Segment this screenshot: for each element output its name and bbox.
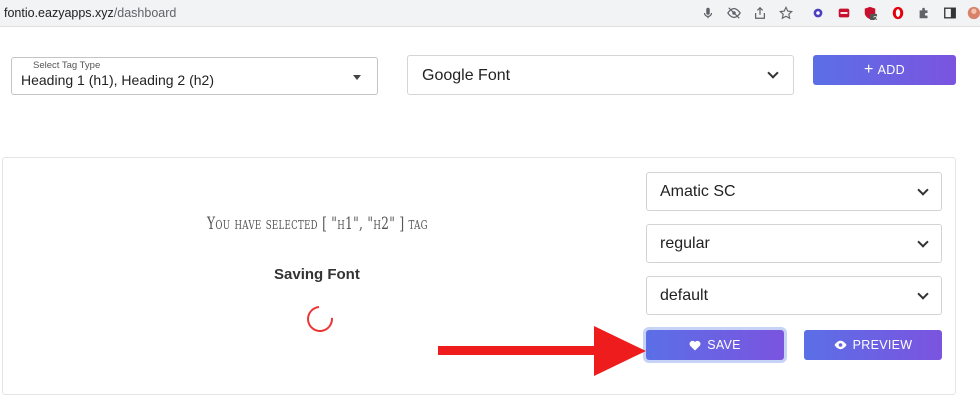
url-path: /dashboard	[113, 6, 177, 20]
extension-red-icon[interactable]	[836, 5, 852, 21]
font-style-select[interactable]: default	[646, 276, 942, 315]
heart-icon	[689, 340, 701, 351]
star-icon[interactable]	[778, 5, 794, 21]
font-source-select[interactable]: Google Font	[407, 55, 794, 95]
preview-button[interactable]: PREVIEW	[804, 330, 942, 360]
caret-down-icon	[353, 75, 361, 80]
add-button[interactable]: + ADD	[813, 55, 956, 85]
chevron-down-icon	[917, 236, 929, 248]
add-button-label: ADD	[877, 63, 905, 77]
red-arrow-annotation	[438, 326, 646, 376]
eye-icon	[834, 340, 847, 350]
chevron-down-icon	[917, 288, 929, 300]
url-text[interactable]: fontio.eazyapps.xyz/dashboard	[4, 6, 176, 20]
extension-badge: 2	[873, 15, 878, 24]
url-domain: fontio.eazyapps.xyz	[4, 6, 114, 20]
chevron-down-icon	[767, 67, 779, 79]
font-weight-value: regular	[660, 235, 710, 252]
saving-status: Saving Font	[274, 266, 360, 283]
font-weight-select[interactable]: regular	[646, 224, 942, 263]
opera-icon[interactable]	[890, 5, 906, 21]
font-source-value: Google Font	[422, 67, 511, 84]
browser-address-bar[interactable]: fontio.eazyapps.xyz/dashboard 2	[0, 0, 980, 27]
tag-type-select[interactable]: Select Tag Type Heading 1 (h1), Heading …	[11, 57, 378, 95]
plus-icon: +	[864, 61, 874, 78]
font-style-value: default	[660, 287, 709, 304]
font-family-select[interactable]: Amatic SC	[646, 172, 942, 211]
puzzle-icon[interactable]	[916, 5, 932, 21]
font-family-value: Amatic SC	[660, 183, 736, 200]
chevron-down-icon	[917, 184, 929, 196]
sidebar-icon[interactable]	[942, 5, 958, 21]
tag-type-label: Select Tag Type	[30, 60, 104, 71]
selected-tags-preview-text: You have selected [ "h1", "h2" ] tag	[207, 214, 428, 234]
eye-off-icon[interactable]	[726, 5, 742, 21]
share-icon[interactable]	[752, 5, 768, 21]
save-button-label: SAVE	[707, 338, 741, 352]
microphone-icon[interactable]	[700, 5, 716, 21]
save-button[interactable]: SAVE	[646, 330, 784, 360]
preview-button-label: PREVIEW	[852, 338, 913, 352]
profile-avatar[interactable]	[966, 5, 980, 21]
extension-gear-icon[interactable]	[810, 5, 826, 21]
tag-type-value: Heading 1 (h1), Heading 2 (h2)	[21, 72, 215, 88]
